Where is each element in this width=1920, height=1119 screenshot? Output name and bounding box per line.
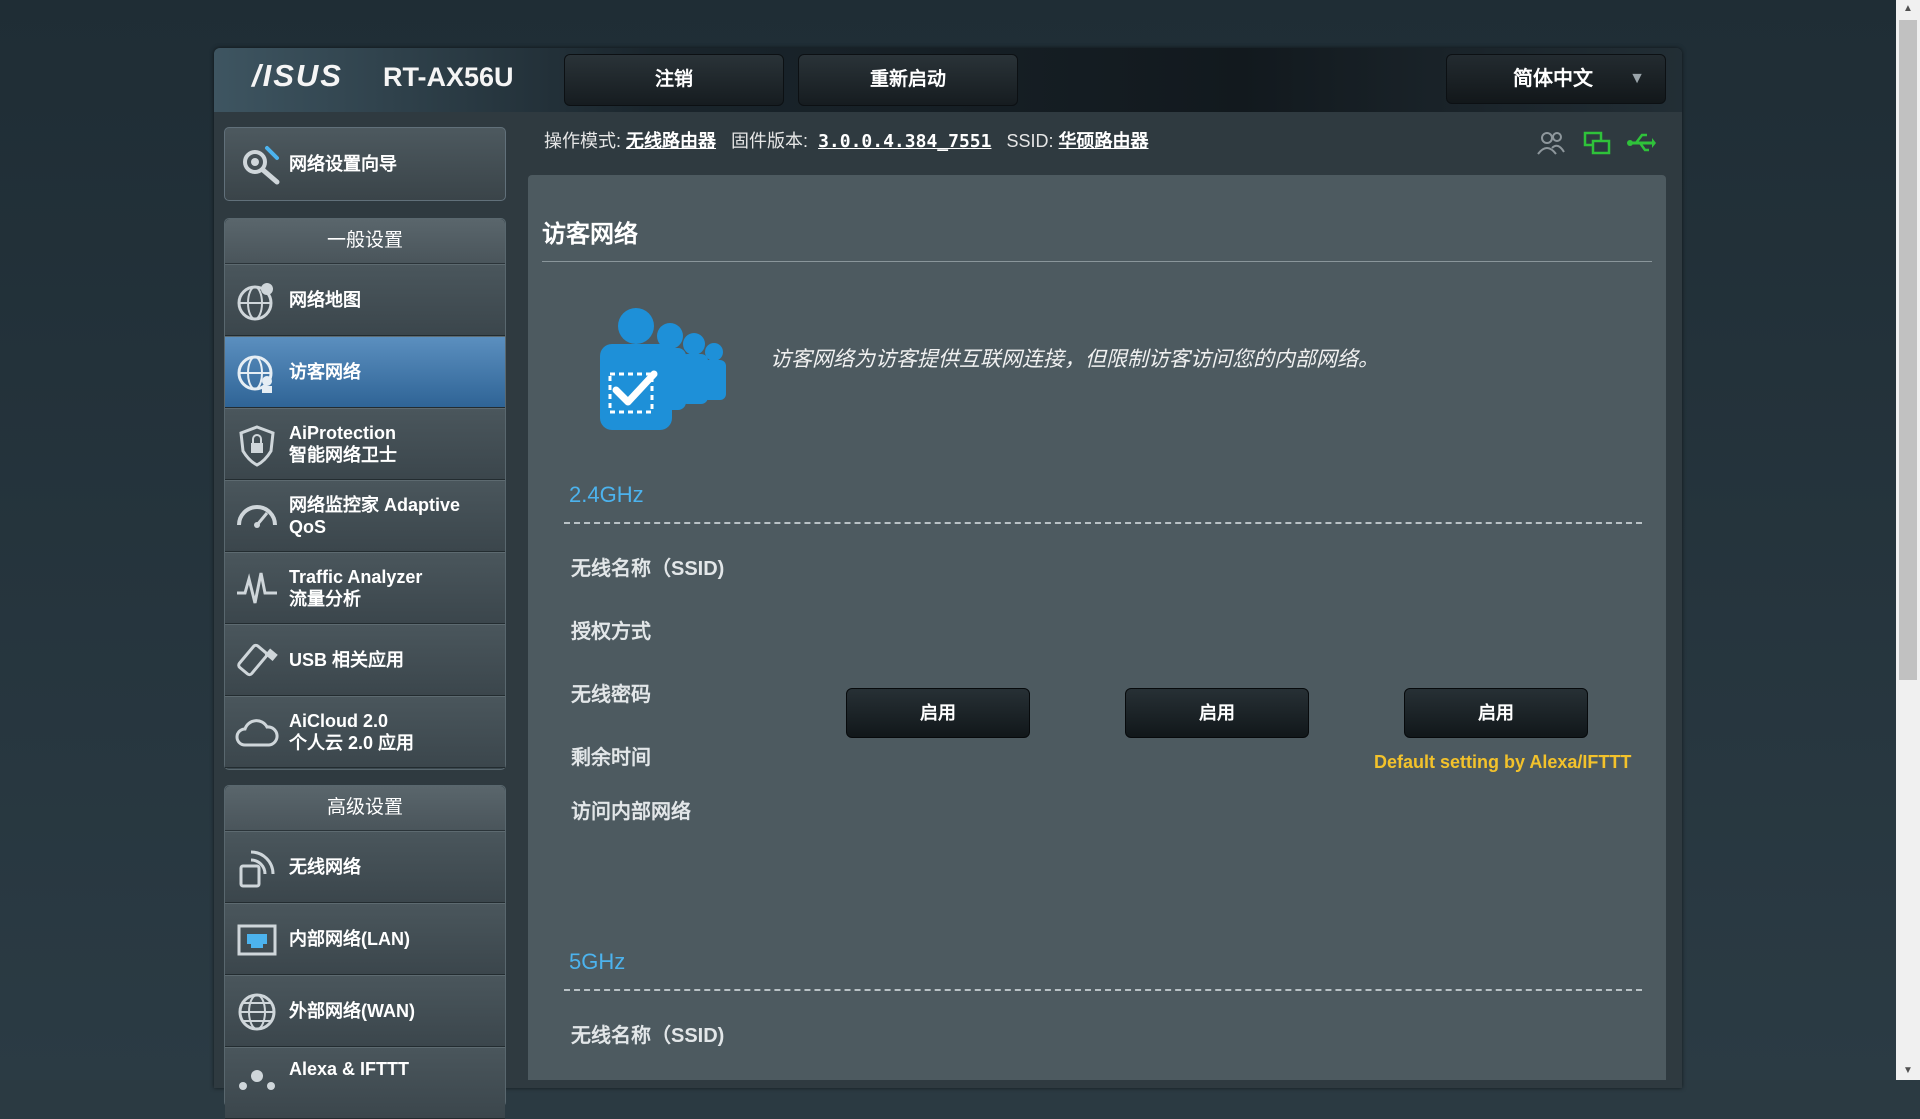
globe-icon xyxy=(238,993,276,1031)
sidebar-item-label: Traffic Analyzer 流量分析 xyxy=(289,567,423,609)
logout-button[interactable]: 注销 xyxy=(564,54,784,106)
general-settings-heading: 一般设置 xyxy=(225,219,505,264)
sidebar-item-aiprotection[interactable]: AiProtection 智能网络卫士 xyxy=(225,408,505,480)
globe-pin-icon xyxy=(237,283,273,321)
model-name: RT-AX56U xyxy=(383,62,514,92)
scroll-down-arrow-icon[interactable]: ▼ xyxy=(1896,1062,1920,1080)
ssid-value-link[interactable]: 华硕路由器 xyxy=(1059,131,1149,151)
sidebar-item-label: AiProtection 智能网络卫士 xyxy=(289,423,397,465)
advanced-settings-heading: 高级设置 xyxy=(225,786,505,831)
sidebar-item-usb-apps[interactable]: USB 相关应用 xyxy=(225,624,505,696)
cloud-icon xyxy=(235,719,279,747)
sidebar-item-label: 网络地图 xyxy=(289,290,361,310)
title-divider xyxy=(542,261,1652,262)
mode-value-link[interactable]: 无线路由器 xyxy=(626,131,716,151)
band-5ghz-label: 5GHz xyxy=(569,949,626,974)
sidebar-item-network-map[interactable]: 网络地图 xyxy=(225,264,505,336)
firmware-version-link[interactable]: 3.0.0.4.384_7551 xyxy=(818,131,991,152)
sidebar-item-label: 网络监控家 Adaptive QoS xyxy=(289,495,461,537)
sidebar-item-label: Alexa & IFTTT xyxy=(289,1059,410,1079)
row-label-password: 无线密码 xyxy=(571,684,651,706)
guest-network-description: 访客网络为访客提供互联网连接，但限制访客访问您的内部网络。 xyxy=(770,348,1379,371)
alexa-ifttt-default-note: Default setting by Alexa/IFTTT xyxy=(1374,752,1632,772)
connected-people-icon xyxy=(239,1070,275,1090)
sidebar-item-traffic-analyzer[interactable]: Traffic Analyzer 流量分析 xyxy=(225,552,505,624)
sidebar-item-alexa-ifttt[interactable]: Alexa & IFTTT xyxy=(225,1047,505,1119)
language-value: 简体中文 xyxy=(1513,68,1593,90)
sidebar-item-label: AiCloud 2.0 个人云 2.0 应用 xyxy=(289,711,415,753)
guest-network-icon xyxy=(600,308,726,430)
row-label-time-remaining: 剩余时间 xyxy=(571,747,651,769)
chevron-down-icon: ▼ xyxy=(1629,70,1645,87)
scrollbar-thumb[interactable] xyxy=(1899,20,1917,680)
firmware-label: 固件版本: xyxy=(731,131,809,151)
usb-icon[interactable] xyxy=(1626,128,1656,158)
row-label-ssid-5ghz: 无线名称（SSID) xyxy=(571,1025,725,1047)
shield-icon xyxy=(239,425,275,467)
sidebar-item-label: 访客网络 xyxy=(289,362,361,382)
scrollbar[interactable]: ▲ ▼ xyxy=(1896,0,1920,1080)
band-24ghz-divider xyxy=(564,522,1642,524)
lan-port-icon xyxy=(237,924,277,956)
enable-button-3[interactable]: 启用 xyxy=(1404,688,1588,738)
guest-globe-icon xyxy=(237,355,273,393)
ssid-label: SSID: xyxy=(1006,131,1054,151)
status-bar: 操作模式: 无线路由器 固件版本: 3.0.0.4.384_7551 SSID:… xyxy=(544,127,1149,153)
sidebar-item-label: 无线网络 xyxy=(289,857,361,877)
row-label-auth-method: 授权方式 xyxy=(571,621,651,643)
language-select[interactable]: 简体中文 ▼ xyxy=(1446,54,1666,104)
speedometer-icon xyxy=(237,505,277,528)
usb-drive-icon xyxy=(237,643,278,677)
wizard-icon xyxy=(243,146,280,185)
row-label-ssid: 无线名称（SSID) xyxy=(571,558,725,580)
wizard-label: 网络设置向导 xyxy=(289,154,397,174)
quick-setup-wizard[interactable]: 网络设置向导 xyxy=(224,127,506,201)
band-24ghz-label: 2.4GHz xyxy=(569,482,644,507)
sidebar-item-guest-network[interactable]: 访客网络 xyxy=(225,336,505,408)
row-label-intranet-access: 访问内部网络 xyxy=(571,801,691,823)
scroll-up-arrow-icon[interactable]: ▲ xyxy=(1896,0,1920,18)
enable-button-2[interactable]: 启用 xyxy=(1125,688,1309,738)
mode-label: 操作模式: xyxy=(544,131,622,151)
wireless-icon xyxy=(239,850,275,888)
band-5ghz-divider xyxy=(564,989,1642,991)
enable-button-1[interactable]: 启用 xyxy=(846,688,1030,738)
asus-logo[interactable]: /ISUS xyxy=(252,58,343,94)
page-title: 访客网络 xyxy=(542,221,638,248)
sidebar-item-label: 内部网络(LAN) xyxy=(289,929,410,949)
sidebar-item-aicloud[interactable]: AiCloud 2.0 个人云 2.0 应用 xyxy=(225,696,505,768)
sidebar-item-adaptive-qos[interactable]: 网络监控家 Adaptive QoS xyxy=(225,480,505,552)
clients-icon[interactable] xyxy=(1536,128,1566,158)
sidebar-item-wireless[interactable]: 无线网络 xyxy=(225,831,505,903)
sidebar-item-label: USB 相关应用 xyxy=(289,650,405,670)
pulse-chart-icon xyxy=(237,572,277,604)
reboot-button[interactable]: 重新启动 xyxy=(798,54,1018,106)
network-status-icon[interactable] xyxy=(1582,128,1612,158)
sidebar-item-lan[interactable]: 内部网络(LAN) xyxy=(225,903,505,975)
